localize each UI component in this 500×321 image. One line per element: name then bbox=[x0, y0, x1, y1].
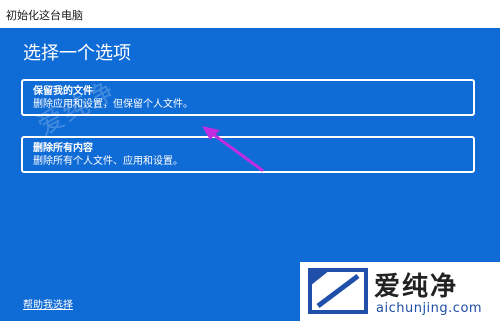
logo-text: 爱纯净 bbox=[374, 272, 459, 302]
watermark-logo: 爱纯净 aichunjing.com bbox=[300, 262, 500, 321]
option-title: 保留我的文件 bbox=[33, 86, 93, 97]
keep-my-files-option[interactable]: 保留我的文件 删除应用和设置，但保留个人文件。 bbox=[21, 79, 475, 116]
annotation-arrow-icon bbox=[202, 126, 264, 172]
option-description: 删除应用和设置，但保留个人文件。 bbox=[33, 99, 193, 110]
logo-url: aichunjing.com bbox=[376, 301, 483, 316]
dialog-heading: 选择一个选项 bbox=[23, 43, 131, 64]
help-me-choose-link[interactable]: 帮助我选择 bbox=[23, 296, 73, 311]
aichunjing-logo-icon bbox=[308, 268, 368, 314]
window-titlebar: 初始化这台电脑 bbox=[0, 0, 500, 28]
window-title: 初始化这台电脑 bbox=[6, 9, 83, 22]
